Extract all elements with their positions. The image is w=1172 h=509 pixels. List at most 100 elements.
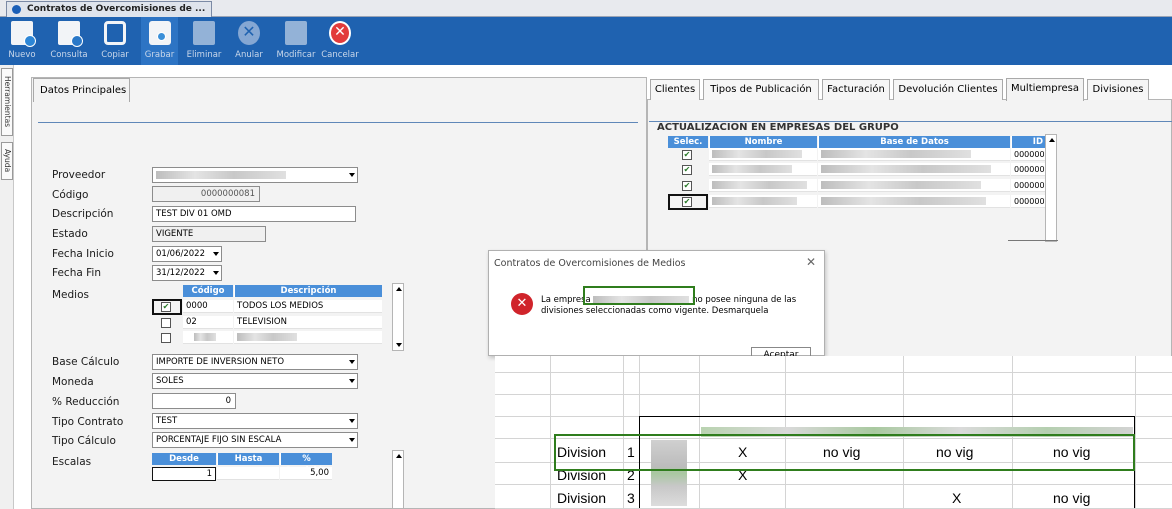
empresas-row-base xyxy=(818,163,1010,176)
tipo-contrato-select[interactable]: TEST xyxy=(152,413,358,429)
moneda-label: Moneda xyxy=(52,376,94,388)
new-button-label: Nuevo xyxy=(8,50,36,60)
new-button[interactable]: Nuevo xyxy=(0,17,44,65)
empresas-header-id: ID xyxy=(1011,136,1045,148)
empresas-row-checkbox[interactable]: ✔ xyxy=(682,181,692,191)
fecha-fin-value: 31/12/2022 xyxy=(156,268,205,278)
chevron-down-icon xyxy=(349,360,355,364)
fecha-inicio-picker[interactable]: 01/06/2022 xyxy=(152,246,222,262)
delete-button[interactable]: Eliminar xyxy=(182,17,226,65)
scroll-down-icon xyxy=(396,343,402,347)
escalas-scrollbar[interactable] xyxy=(392,450,404,509)
scroll-up-icon xyxy=(396,454,402,458)
void-button[interactable]: ✕ Anular xyxy=(229,17,269,65)
escalas-desde-cell[interactable]: 1 xyxy=(152,467,216,481)
escalas-comision-cell[interactable]: 5,00 xyxy=(280,467,332,480)
scroll-up-icon xyxy=(396,287,402,291)
empresas-row-id: 000000 xyxy=(1011,195,1045,208)
codigo-label: Código xyxy=(52,189,89,201)
cancel-icon: ✕ xyxy=(329,21,351,45)
tab-facturacion[interactable]: Facturación xyxy=(822,79,890,100)
empresas-row-checkbox[interactable]: ✔ xyxy=(682,150,692,160)
empresas-header-base-datos: Base de Datos xyxy=(818,136,1010,148)
empresas-row-nombre xyxy=(709,195,817,208)
tab-divisiones[interactable]: Divisiones xyxy=(1087,79,1149,100)
moneda-select[interactable]: SOLES xyxy=(152,373,358,389)
spreadsheet-overlay: Division 1 X no vig no vig no vig Divisi… xyxy=(495,356,1172,509)
dialog-title: Contratos de Overcomisiones de Medios xyxy=(494,258,686,269)
escalas-header-hasta: Hasta xyxy=(217,453,279,465)
window-tab[interactable]: Contratos de Overcomisiones de ... xyxy=(6,1,213,17)
tipo-contrato-label: Tipo Contrato xyxy=(52,416,124,428)
side-tab-ayuda[interactable]: Ayuda xyxy=(1,142,13,180)
tab-tipos-publicacion[interactable]: Tipos de Publicación xyxy=(703,79,819,100)
empresas-header-selec: Selec. xyxy=(668,136,708,148)
void-button-label: Anular xyxy=(235,50,263,60)
copy-button[interactable]: Copiar xyxy=(94,17,136,65)
base-calculo-select[interactable]: IMPORTE DE INVERSION NETO xyxy=(152,354,358,370)
side-tab-herramientas[interactable]: Herramientas xyxy=(1,68,13,136)
tab-datos-principales[interactable]: Datos Principales xyxy=(33,78,130,102)
query-button[interactable]: Consulta xyxy=(44,17,94,65)
cancel-button[interactable]: ✕ Cancelar xyxy=(319,17,361,65)
empresas-row-nombre xyxy=(709,163,817,176)
empresas-header-nombre: Nombre xyxy=(709,136,817,148)
descripcion-label: Descripción xyxy=(52,208,114,220)
sheet-cell: no vig xyxy=(1053,490,1091,506)
proveedor-select[interactable] xyxy=(152,167,358,183)
tipo-calculo-select[interactable]: PORCENTAJE FIJO SIN ESCALA xyxy=(152,432,358,448)
error-icon: ✕ xyxy=(511,293,533,315)
empresas-row-nombre xyxy=(709,148,817,161)
medios-row-checkbox[interactable] xyxy=(161,318,171,328)
medios-row-codigo: 0000 xyxy=(183,300,233,313)
descripcion-field[interactable]: TEST DIV 01 OMD xyxy=(152,206,356,222)
medios-row-codigo xyxy=(183,331,233,344)
fecha-fin-picker[interactable]: 31/12/2022 xyxy=(152,265,222,281)
sheet-row-label: Division xyxy=(557,490,607,506)
side-rail: Herramientas Ayuda xyxy=(0,65,14,509)
empresas-grid-bottom xyxy=(1008,240,1058,241)
tab-devolucion-clientes[interactable]: Devolución Clientes xyxy=(893,79,1003,100)
escalas-hasta-cell[interactable] xyxy=(217,467,279,480)
save-button[interactable]: Grabar xyxy=(141,17,178,65)
medios-header-descripcion: Descripción xyxy=(234,285,382,297)
base-calculo-value: IMPORTE DE INVERSION NETO xyxy=(156,357,285,367)
cancel-button-label: Cancelar xyxy=(321,50,359,60)
chevron-down-icon xyxy=(349,438,355,442)
empresas-row-id: 000000 xyxy=(1011,148,1045,161)
reduccion-field[interactable]: 0 xyxy=(152,393,236,409)
medios-row-descripcion xyxy=(234,331,382,344)
query-icon xyxy=(58,21,83,47)
redaction-highlight-box xyxy=(583,286,695,305)
empresas-row-base xyxy=(818,195,1010,208)
medios-header-codigo: Código xyxy=(183,285,233,297)
medios-row-checkbox[interactable] xyxy=(161,333,171,343)
empresas-row-nombre xyxy=(709,179,817,192)
empresas-row-checkbox[interactable]: ✔ xyxy=(682,165,692,175)
estado-field[interactable]: VIGENTE xyxy=(152,226,266,242)
base-calculo-label: Base Cálculo xyxy=(52,356,120,368)
close-icon[interactable]: ✕ xyxy=(806,255,816,269)
delete-icon xyxy=(193,21,215,45)
tab-clientes[interactable]: Clientes xyxy=(650,79,700,100)
copy-button-label: Copiar xyxy=(101,50,129,60)
sheet-cell: X xyxy=(952,490,962,506)
empresas-focus-frame xyxy=(668,194,708,210)
highlight-box xyxy=(554,434,1135,471)
medios-scrollbar[interactable] xyxy=(392,283,404,351)
moneda-value: SOLES xyxy=(156,376,184,386)
medios-row-descripcion: TELEVISION xyxy=(234,316,382,329)
tipo-contrato-value: TEST xyxy=(156,416,178,426)
void-icon: ✕ xyxy=(238,21,260,45)
edit-button[interactable]: Modificar xyxy=(271,17,321,65)
fecha-inicio-label: Fecha Inicio xyxy=(52,248,114,260)
tab-multiempresa[interactable]: Multiempresa xyxy=(1006,78,1084,101)
edit-icon xyxy=(285,21,307,45)
fecha-fin-label: Fecha Fin xyxy=(52,267,101,279)
empresas-scrollbar[interactable] xyxy=(1045,134,1057,242)
empresas-row-id: 000000 xyxy=(1011,163,1045,176)
estado-label: Estado xyxy=(52,228,88,240)
escalas-header-comision: % Comisión xyxy=(280,453,332,476)
chevron-down-icon xyxy=(213,271,219,275)
codigo-field[interactable]: 0000000081 xyxy=(152,186,260,202)
